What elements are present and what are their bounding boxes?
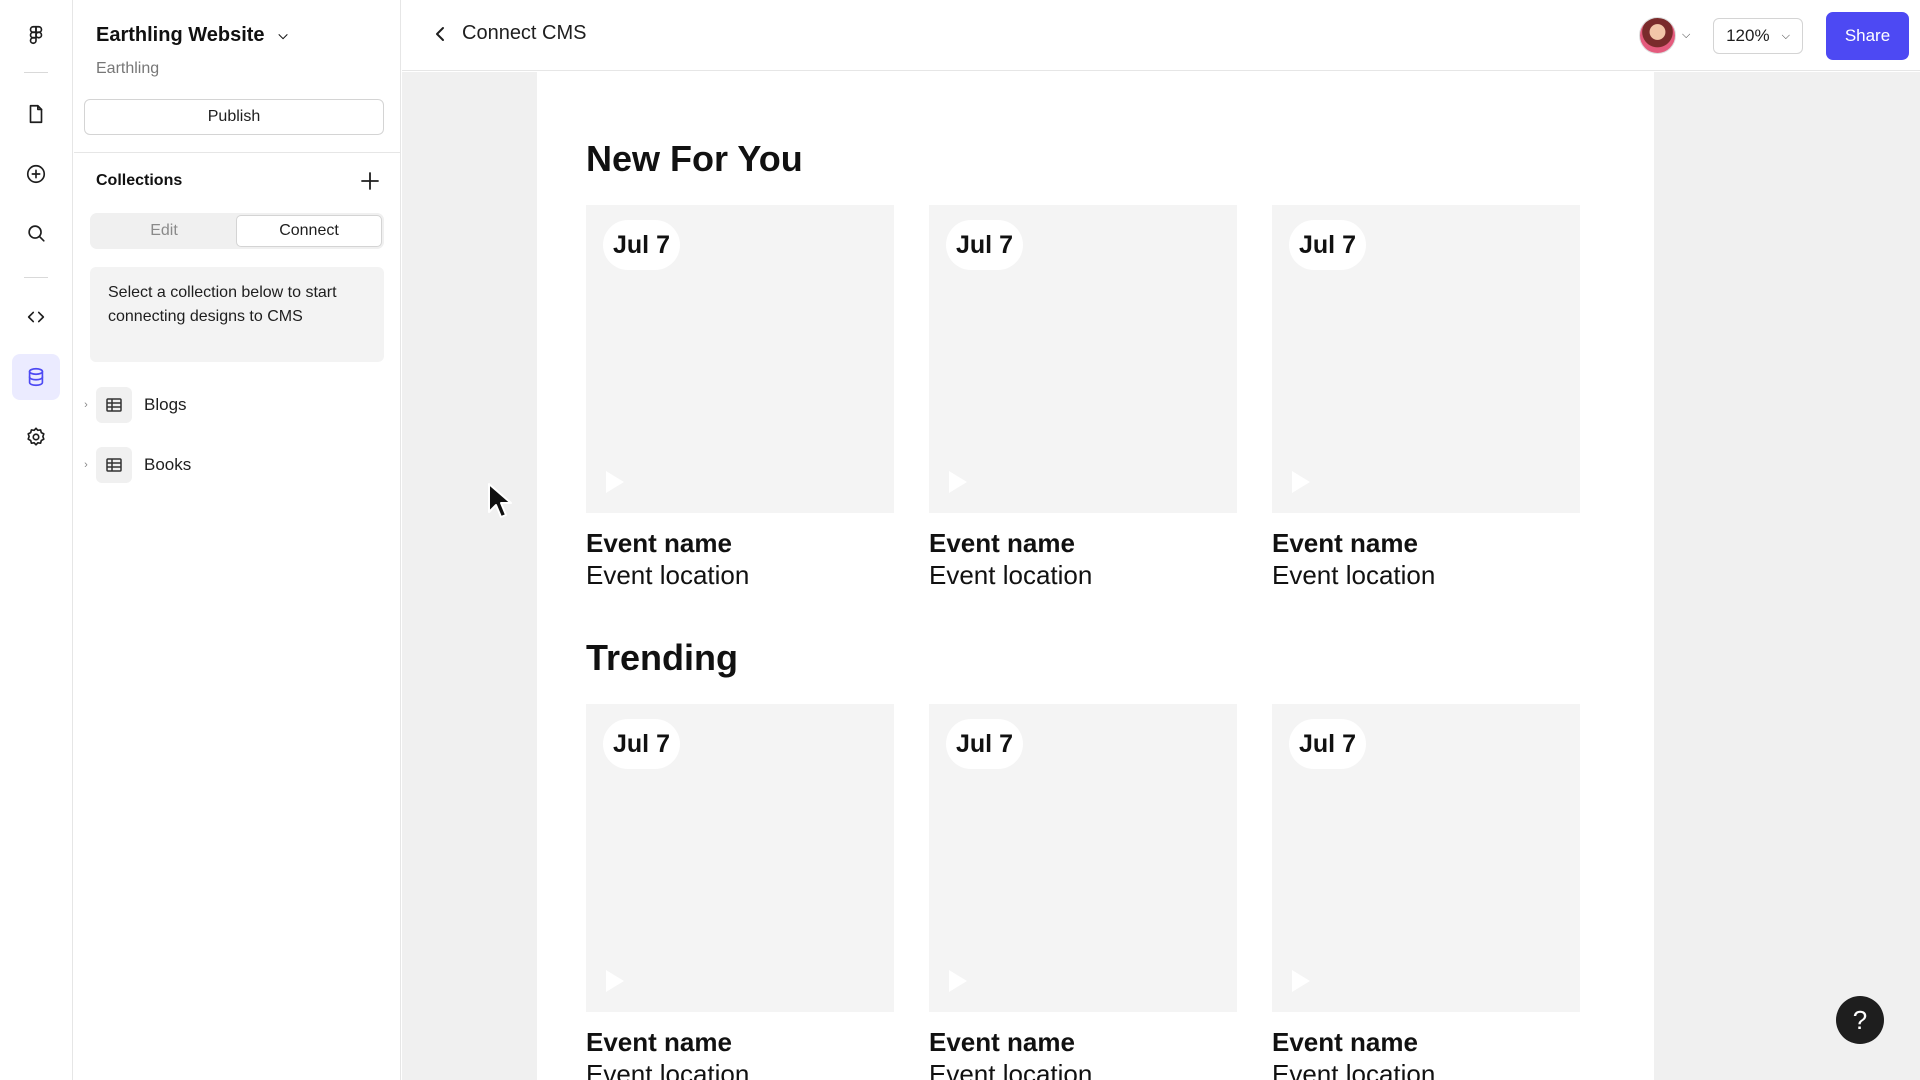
event-card[interactable]: Jul 7 Event name Event location — [929, 704, 1237, 1080]
database-icon[interactable] — [12, 354, 60, 400]
event-card[interactable]: Jul 7 Event name Event location — [586, 704, 894, 1080]
event-location: Event location — [586, 1059, 750, 1080]
event-name: Event name — [586, 528, 732, 558]
event-image[interactable]: Jul 7 — [1272, 205, 1580, 513]
code-icon[interactable] — [12, 294, 60, 340]
event-location: Event location — [586, 560, 750, 590]
rail-divider — [24, 277, 48, 278]
file-icon[interactable] — [12, 91, 60, 137]
event-name: Event name — [1272, 1027, 1418, 1057]
help-button[interactable]: ? — [1836, 996, 1884, 1044]
top-bar: Connect CMS ⌵ 120% ⌵ Share — [402, 0, 1920, 71]
play-icon — [606, 471, 624, 493]
event-card[interactable]: Jul 7 Event name Event location — [929, 205, 1237, 591]
collection-label: Books — [144, 455, 192, 474]
event-card[interactable]: Jul 7 Event name Event location — [586, 205, 894, 591]
table-icon — [96, 447, 132, 483]
search-icon[interactable] — [12, 210, 60, 256]
collection-item-books[interactable]: › Books — [74, 445, 401, 485]
cms-side-panel: Earthling Website ⌵ Earthling Publish Co… — [74, 0, 401, 1080]
event-location: Event location — [1272, 1059, 1436, 1080]
date-badge: Jul 7 — [603, 220, 680, 270]
avatar[interactable] — [1639, 17, 1676, 54]
play-icon — [949, 471, 967, 493]
back-label: Connect CMS — [462, 22, 587, 44]
project-subtitle: Earthling — [96, 60, 160, 77]
event-name: Event name — [929, 528, 1075, 558]
add-circle-icon[interactable] — [12, 151, 60, 197]
project-switcher[interactable]: Earthling Website ⌵ — [96, 24, 288, 47]
date-badge: Jul 7 — [946, 220, 1023, 270]
chevron-right-icon[interactable]: › — [78, 399, 94, 411]
event-image[interactable]: Jul 7 — [586, 205, 894, 513]
connect-info-message: Select a collection below to start conne… — [90, 267, 384, 362]
back-button[interactable]: Connect CMS — [432, 22, 587, 45]
figma-logo-icon[interactable] — [12, 12, 60, 58]
event-name: Event name — [1272, 528, 1418, 558]
play-icon — [1292, 471, 1310, 493]
table-icon — [96, 387, 132, 423]
rail-divider — [24, 72, 48, 73]
play-icon — [949, 970, 967, 992]
project-title: Earthling Website — [96, 24, 265, 46]
date-badge: Jul 7 — [1289, 719, 1366, 769]
event-image[interactable]: Jul 7 — [929, 704, 1237, 1012]
event-image[interactable]: Jul 7 — [586, 704, 894, 1012]
date-badge: Jul 7 — [603, 719, 680, 769]
play-icon — [606, 970, 624, 992]
event-card[interactable]: Jul 7 Event name Event location — [1272, 205, 1580, 591]
event-name: Event name — [586, 1027, 732, 1057]
chevron-down-icon: ⌵ — [278, 28, 288, 42]
date-badge: Jul 7 — [1289, 220, 1366, 270]
collections-heading: Collections — [96, 172, 183, 189]
icon-rail — [0, 0, 73, 1080]
date-badge: Jul 7 — [946, 719, 1023, 769]
page-frame[interactable]: New For You Jul 7 Event name Event locat… — [537, 72, 1654, 1080]
event-location: Event location — [1272, 560, 1436, 590]
panel-divider — [74, 152, 401, 153]
collection-item-blogs[interactable]: › Blogs — [74, 385, 401, 425]
edit-connect-toggle: Edit Connect — [90, 213, 384, 249]
settings-gear-icon[interactable] — [12, 414, 60, 460]
play-icon — [1292, 970, 1310, 992]
user-menu[interactable]: ⌵ — [1639, 17, 1690, 54]
event-image[interactable]: Jul 7 — [1272, 704, 1580, 1012]
zoom-select[interactable]: 120% ⌵ — [1713, 18, 1803, 54]
publish-button[interactable]: Publish — [84, 99, 384, 135]
share-button[interactable]: Share — [1826, 12, 1909, 60]
mouse-cursor-icon — [488, 483, 512, 518]
event-card[interactable]: Jul 7 Event name Event location — [1272, 704, 1580, 1080]
event-location: Event location — [929, 1059, 1093, 1080]
event-name: Event name — [929, 1027, 1075, 1057]
section-title-trending[interactable]: Trending — [586, 637, 738, 679]
chevron-right-icon[interactable]: › — [78, 459, 94, 471]
design-canvas[interactable]: New For You Jul 7 Event name Event locat… — [402, 72, 1920, 1080]
chevron-down-icon: ⌵ — [1781, 29, 1790, 42]
event-image[interactable]: Jul 7 — [929, 205, 1237, 513]
chevron-down-icon: ⌵ — [1682, 29, 1691, 41]
add-collection-icon[interactable] — [359, 170, 381, 192]
section-title-new-for-you[interactable]: New For You — [586, 138, 803, 180]
zoom-value: 120% — [1726, 26, 1770, 45]
chevron-left-icon — [436, 26, 444, 41]
collection-label: Blogs — [144, 395, 187, 414]
tab-connect[interactable]: Connect — [236, 215, 382, 247]
tab-edit[interactable]: Edit — [92, 215, 236, 247]
event-location: Event location — [929, 560, 1093, 590]
